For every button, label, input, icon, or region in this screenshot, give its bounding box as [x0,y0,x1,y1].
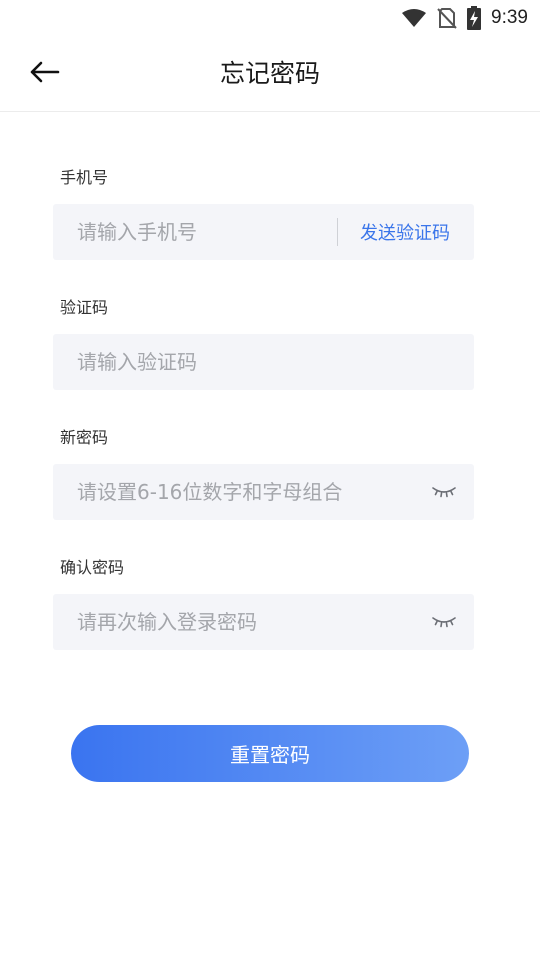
confirm-password-field-box [53,594,474,650]
status-time: 9:39 [491,7,528,28]
new-password-field-box [53,464,474,520]
send-code-button[interactable]: 发送验证码 [360,219,450,245]
confirm-password-visibility-toggle[interactable] [430,612,458,632]
phone-field-box: 发送验证码 [53,204,474,260]
phone-input[interactable] [53,204,337,260]
confirm-password-input[interactable] [53,594,430,650]
eye-closed-icon [431,483,457,502]
new-password-visibility-toggle[interactable] [430,482,458,502]
status-bar: 9:39 [0,0,540,36]
code-label: 验证码 [60,298,109,317]
code-input[interactable] [53,334,474,390]
confirm-password-label: 确认密码 [60,558,125,577]
code-field-box [53,334,474,390]
reset-password-button[interactable]: 重置密码 [71,725,469,782]
header: 忘记密码 [0,36,540,112]
new-password-input[interactable] [53,464,430,520]
battery-charging-icon [467,6,482,30]
new-password-label: 新密码 [60,428,109,447]
page-title: 忘记密码 [219,59,320,88]
phone-divider [337,218,338,246]
phone-label: 手机号 [60,168,109,187]
forgot-password-screen: 9:39 忘记密码 手机号 发送验证码 验证码 新密码 [0,0,540,960]
eye-closed-icon [431,613,457,632]
wifi-icon [401,8,427,28]
no-sim-icon [437,7,457,29]
